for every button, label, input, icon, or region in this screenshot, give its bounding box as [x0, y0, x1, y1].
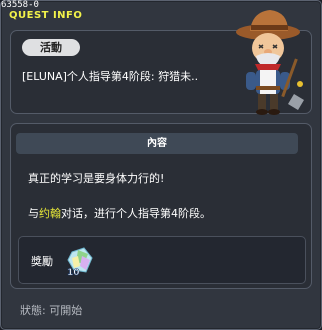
cowboy-npc-icon: [236, 10, 304, 115]
quest-name: [ELUNA]个人指导第4阶段: 狩猎未..: [22, 70, 199, 83]
content-line-2-prefix: 与: [28, 207, 39, 220]
reward-count: 10: [67, 268, 80, 278]
npc-name-link[interactable]: 约翰: [39, 207, 61, 220]
reward-label: 獎勵: [31, 255, 53, 268]
category-badge: 活動: [22, 39, 80, 56]
crystal-reward-icon[interactable]: 10: [64, 244, 98, 278]
content-line-2: 与约翰对话，进行个人指导第4阶段。: [28, 205, 211, 221]
content-line-1: 真正的学习是要身体力行的!: [28, 172, 165, 185]
reward-box: [18, 236, 306, 284]
quest-status: 狀態: 可開始: [20, 304, 83, 317]
window-title: QUEST INFO: [9, 10, 83, 21]
content-line-2-suffix: 对话，进行个人指导第4阶段。: [61, 207, 211, 220]
content-section-header: 內容: [16, 133, 298, 154]
